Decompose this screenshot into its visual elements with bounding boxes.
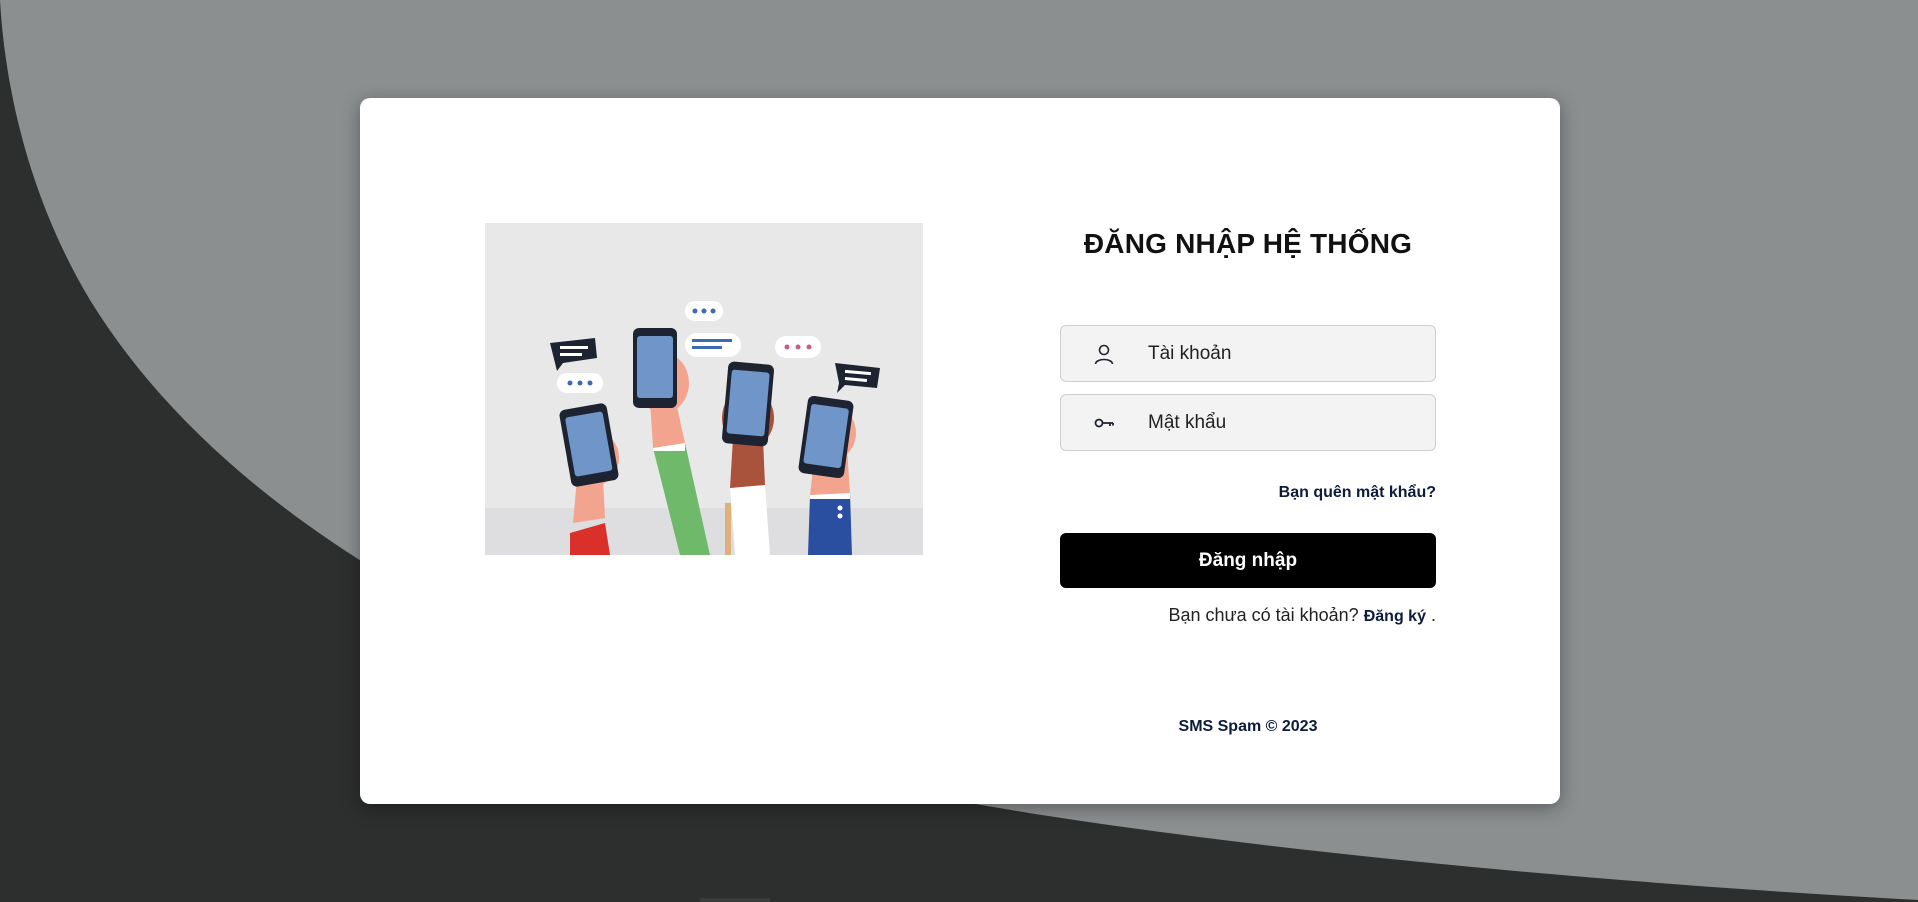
signup-link[interactable]: Đăng ký: [1364, 608, 1426, 625]
password-input[interactable]: [1146, 410, 1420, 435]
page-title: ĐĂNG NHẬP HỆ THỐNG: [1083, 228, 1413, 259]
footer-copyright: SMS Spam © 2023: [1178, 718, 1318, 735]
signup-prompt: Bạn chưa có tài khoản?: [1168, 605, 1359, 625]
username-field[interactable]: [1060, 325, 1436, 382]
login-form: ĐĂNG NHẬP HỆ THỐNG Bạn quên mật khẩu? Đă…: [1060, 98, 1436, 804]
login-card: ĐĂNG NHẬP HỆ THỐNG Bạn quên mật khẩu? Đă…: [360, 98, 1560, 804]
phones-illustration: [485, 223, 923, 555]
password-field[interactable]: [1060, 394, 1436, 451]
signup-suffix: .: [1430, 605, 1436, 625]
key-icon: [1089, 408, 1119, 438]
user-icon: [1089, 339, 1119, 369]
signup-prompt-line: Bạn chưa có tài khoản? Đăng ký .: [1169, 605, 1436, 626]
username-input[interactable]: [1146, 341, 1420, 366]
forgot-password-link[interactable]: Bạn quên mật khẩu?: [1279, 484, 1436, 502]
login-button[interactable]: Đăng nhập: [1060, 533, 1436, 588]
